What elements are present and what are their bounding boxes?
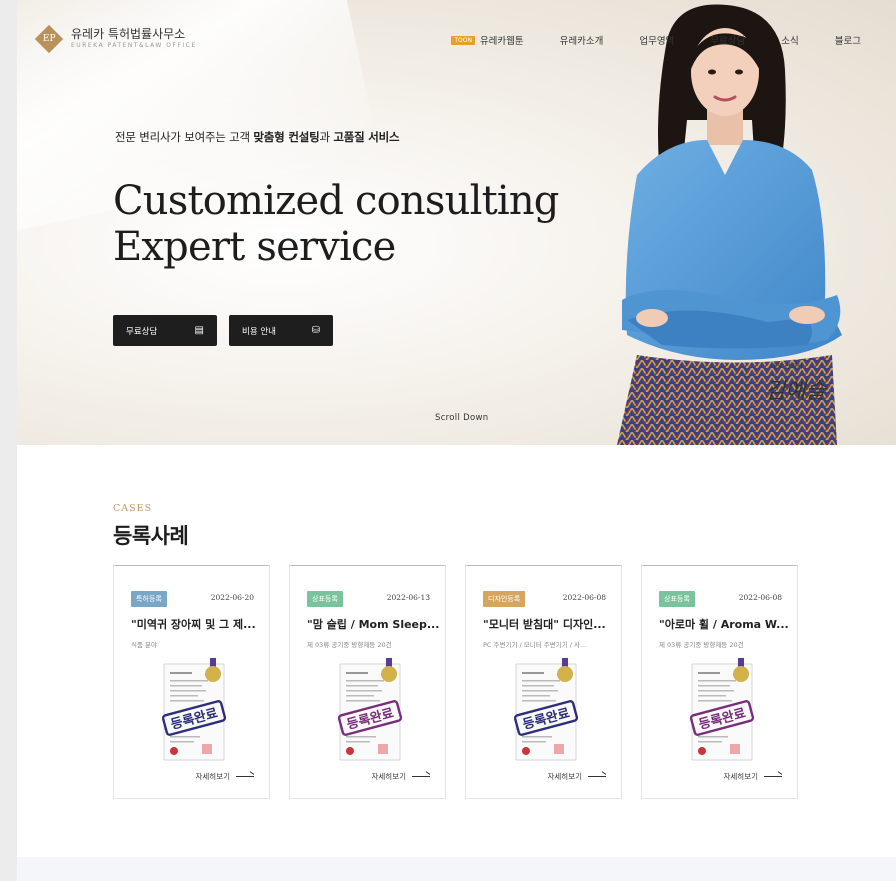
brand-name-en: EUREKA PATENT&LAW OFFICE <box>71 42 197 49</box>
arrow-right-icon <box>236 776 254 777</box>
headline-line-2: Expert service <box>113 224 396 270</box>
read-more-link[interactable]: 자세히보기 <box>548 771 606 782</box>
case-title[interactable]: "맘 슬립 / Mom Sleep... <box>307 616 439 632</box>
case-badge: 특허등록 <box>131 591 167 607</box>
hero-headline: Customized consulting Expert service <box>113 178 559 270</box>
cost-guide-button[interactable]: 비용 안내 ⛁ <box>229 315 333 346</box>
case-title[interactable]: "아로마 휠 / Aroma W... <box>659 616 789 632</box>
nav-webtoon[interactable]: TOON 유레카웹툰 <box>451 33 524 47</box>
logo-mark-icon: EP <box>34 24 64 54</box>
brand-name-ko: 유레카 특허법률사무소 <box>71 27 186 41</box>
certificate-image: 등록완료 <box>161 658 227 761</box>
cases-title: 등록사례 <box>113 524 189 548</box>
case-subtitle: 제 03류 공기중 방향제등 20건 <box>307 641 392 649</box>
case-card[interactable]: 특허등록 2022-06-20 "미역귀 장아찌 및 그 제... 식품 분야등록완료… <box>113 565 270 799</box>
case-subtitle: 식품 분야 <box>131 641 157 649</box>
case-subtitle: 제 03류 공기중 방향제등 20건 <box>659 641 744 649</box>
hero-buttons: 무료상담 ▤ 비용 안내 ⛁ <box>113 315 345 346</box>
scroll-down-label[interactable]: Scroll Down <box>435 413 488 423</box>
page: EP 유레카 특허법률사무소 EUREKA PATENT&LAW OFFICE … <box>17 0 896 881</box>
case-card[interactable]: 디자인등록 2022-06-08 "모니터 받침대" 디자인... PC 주변기기 /… <box>465 565 622 799</box>
nav-services[interactable]: 업무영역 <box>639 33 674 47</box>
case-date: 2022-06-08 <box>562 593 606 602</box>
arrow-right-icon <box>764 776 782 777</box>
case-title[interactable]: "모니터 받침대" 디자인... <box>483 616 606 632</box>
representative-photo <box>617 4 842 445</box>
hero-tagline: 전문 변리사가 보여주는 고객 맞춤형 컨설팅과 고품질 서비스 <box>115 130 400 144</box>
free-consult-button[interactable]: 무료상담 ▤ <box>113 315 217 346</box>
case-title[interactable]: "미역귀 장아찌 및 그 제... <box>131 616 256 632</box>
certificate-image: 등록완료 <box>513 658 579 761</box>
case-date: 2022-06-08 <box>738 593 782 602</box>
hero-section: EP 유레카 특허법률사무소 EUREKA PATENT&LAW OFFICE … <box>17 0 896 445</box>
arrow-right-icon <box>588 776 606 777</box>
case-badge: 상표등록 <box>659 591 695 607</box>
headline-line-1: Customized consulting <box>113 178 559 224</box>
case-badge: 디자인등록 <box>483 591 526 607</box>
case-date: 2022-06-20 <box>210 593 254 602</box>
case-badge: 상표등록 <box>307 591 343 607</box>
coin-icon: ⛁ <box>311 325 320 336</box>
arrow-right-icon <box>412 776 430 777</box>
toon-badge: TOON <box>451 35 475 45</box>
nav-blog[interactable]: 블로그 <box>835 33 861 47</box>
certificate-image: 등록완료 <box>337 658 403 761</box>
read-more-link[interactable]: 자세히보기 <box>724 771 782 782</box>
chat-icon: ▤ <box>194 325 204 336</box>
case-subtitle: PC 주변기기 / 모니터 주변기기 / 사... <box>483 641 587 649</box>
rep-signature: 김예슬 <box>765 379 826 404</box>
case-date: 2022-06-13 <box>386 593 430 602</box>
read-more-link[interactable]: 자세히보기 <box>372 771 430 782</box>
brand-logo[interactable]: EP 유레카 특허법률사무소 EUREKA PATENT&LAW OFFICE <box>34 24 197 54</box>
nav-about[interactable]: 유레카소개 <box>560 33 604 47</box>
case-card[interactable]: 상표등록 2022-06-13 "맘 슬립 / Mom Sleep... 제 03류 … <box>289 565 446 799</box>
rep-role: 대표 변리사 <box>771 362 803 370</box>
nav-news[interactable]: 소식 <box>781 33 798 47</box>
site-header: EP 유레카 특허법률사무소 EUREKA PATENT&LAW OFFICE … <box>17 0 896 60</box>
certificate-image: 등록완료 <box>689 658 755 761</box>
case-card[interactable]: 상표등록 2022-06-08 "아로마 휠 / Aroma W... 제 03류 공… <box>641 565 798 799</box>
main-nav: TOON 유레카웹툰 유레카소개 업무영역 무료상담 소식 블로그 <box>451 33 896 47</box>
nav-consult[interactable]: 무료상담 <box>710 33 745 47</box>
cases-eyebrow: CASES <box>113 503 153 514</box>
read-more-link[interactable]: 자세히보기 <box>196 771 254 782</box>
footer-strip <box>17 857 896 881</box>
